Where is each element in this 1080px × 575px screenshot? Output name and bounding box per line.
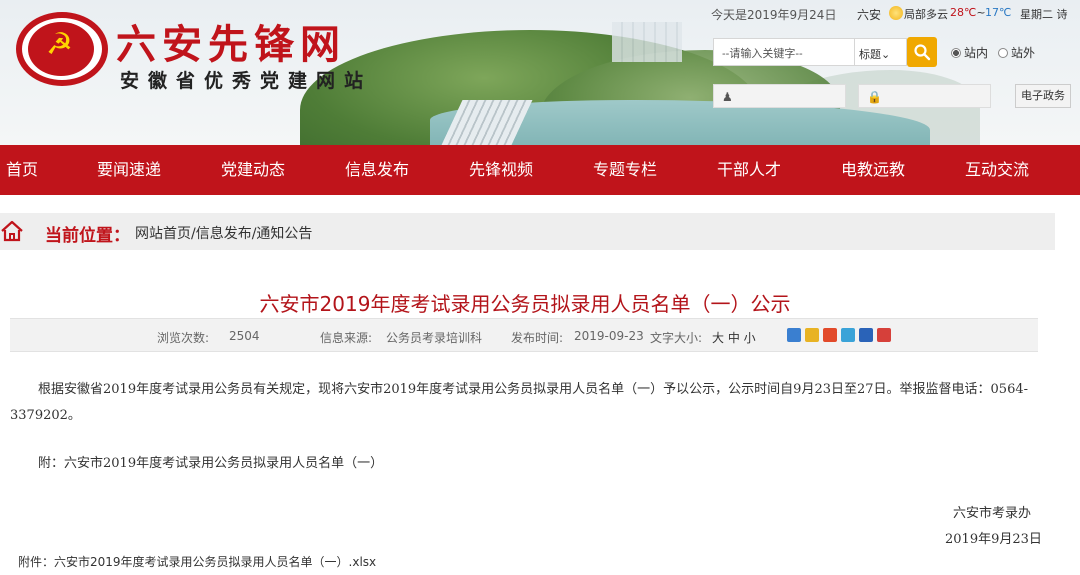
- nav-videos[interactable]: 先锋视频: [469, 145, 533, 195]
- nav-home[interactable]: 首页: [6, 145, 38, 195]
- share-weixin-icon[interactable]: [877, 328, 891, 342]
- egov-button[interactable]: 电子政务: [1015, 84, 1071, 108]
- search-icon: [914, 44, 931, 61]
- site-title: 六安先锋网: [116, 21, 346, 68]
- nav-news[interactable]: 要闻速递: [97, 145, 161, 195]
- views-count: 2504: [229, 329, 260, 343]
- signature-date: 2019年9月23日: [945, 532, 1042, 547]
- home-icon: [1, 220, 23, 242]
- nav-education[interactable]: 电教远教: [841, 145, 905, 195]
- article-body: 根据安徽省2019年度考试录用公务员有关规定，现将六安市2019年度考试录用公务…: [10, 377, 1040, 429]
- attachment-note: 附：六安市2019年度考试录用公务员拟录用人员名单（一）: [38, 456, 384, 471]
- breadcrumb-label: 当前位置：: [45, 226, 130, 246]
- banner-city: [612, 22, 682, 62]
- nav-cadres[interactable]: 干部人才: [717, 145, 781, 195]
- share-qzone-icon[interactable]: [805, 328, 819, 342]
- source-value: 公务员考录培训科: [386, 331, 483, 345]
- chevron-down-icon: ⌄: [881, 48, 891, 61]
- published-value: 2019-09-23: [574, 329, 644, 343]
- font-size-options[interactable]: 大 中 小: [712, 329, 756, 346]
- published-label: 发布时间:: [511, 331, 564, 345]
- share-weibo-icon[interactable]: [823, 328, 837, 342]
- radio-unselected-icon: [998, 48, 1008, 58]
- share-renren-icon[interactable]: [859, 328, 873, 342]
- site-subtitle: 安徽省优秀党建网站: [120, 70, 373, 92]
- nav-info-release[interactable]: 信息发布: [345, 145, 409, 195]
- nav-interaction[interactable]: 互动交流: [965, 145, 1029, 195]
- font-size-label: 文字大小:: [650, 331, 703, 345]
- search-scope-select[interactable]: 标题⌄: [855, 38, 907, 66]
- temp-low: 17℃: [985, 6, 1012, 19]
- weather-city: 六安: [857, 8, 882, 22]
- search-button[interactable]: [907, 37, 937, 67]
- site-header: ☭ 六安先锋网 安徽省优秀党建网站 今天是2019年9月24日 六安 局部多云 …: [0, 0, 1080, 145]
- radio-site[interactable]: 站内: [951, 44, 988, 61]
- attachment-file-link[interactable]: 附件：六安市2019年度考试录用公务员拟录用人员名单（一）.xlsx: [18, 553, 376, 570]
- weather-condition: 局部多云: [904, 8, 948, 21]
- search-input[interactable]: --请输入关键字--: [713, 38, 855, 66]
- radio-selected-icon: [951, 48, 961, 58]
- username-field[interactable]: ♟: [713, 84, 846, 108]
- article-paragraph: 根据安徽省2019年度考试录用公务员有关规定，现将六安市2019年度考试录用公务…: [10, 382, 1029, 423]
- user-icon: ♟: [722, 90, 733, 104]
- password-field[interactable]: 🔒: [858, 84, 991, 108]
- nav-party-building[interactable]: 党建动态: [221, 145, 285, 195]
- views-label: 浏览次数:: [157, 331, 210, 345]
- signature: 六安市考录办: [953, 506, 1032, 521]
- breadcrumb-path[interactable]: 网站首页/信息发布/通知公告: [135, 223, 312, 243]
- main-nav: 首页 要闻速递 党建动态 信息发布 先锋视频 专题专栏 干部人才 电教远教 互动…: [0, 145, 1080, 195]
- current-date: 今天是2019年9月24日: [711, 8, 837, 22]
- article-title: 六安市2019年度考试录用公务员拟录用人员名单（一）公示: [259, 292, 791, 316]
- source-label: 信息来源:: [320, 331, 373, 345]
- radio-external-label: 站外: [1011, 46, 1036, 60]
- nav-special-topics[interactable]: 专题专栏: [593, 145, 657, 195]
- share-plus-icon[interactable]: [787, 328, 801, 342]
- search-scope-value: 标题: [859, 48, 881, 61]
- article-meta: 浏览次数: 2504 信息来源: 公务员考录培训科 发布时间: 2019-09-…: [10, 318, 1038, 352]
- temp-high: 28℃~: [950, 6, 986, 19]
- radio-external[interactable]: 站外: [998, 44, 1035, 61]
- breadcrumb: 当前位置： 网站首页/信息发布/通知公告: [0, 213, 1055, 250]
- lock-icon: 🔒: [867, 90, 882, 104]
- weekday: 星期二 诗: [1020, 8, 1068, 21]
- share-qq-icon[interactable]: [841, 328, 855, 342]
- temp-high-value: 28℃: [950, 6, 977, 19]
- radio-site-label: 站内: [964, 46, 989, 60]
- partly-cloudy-icon: [889, 6, 903, 20]
- hammer-sickle-icon: ☭: [46, 27, 73, 62]
